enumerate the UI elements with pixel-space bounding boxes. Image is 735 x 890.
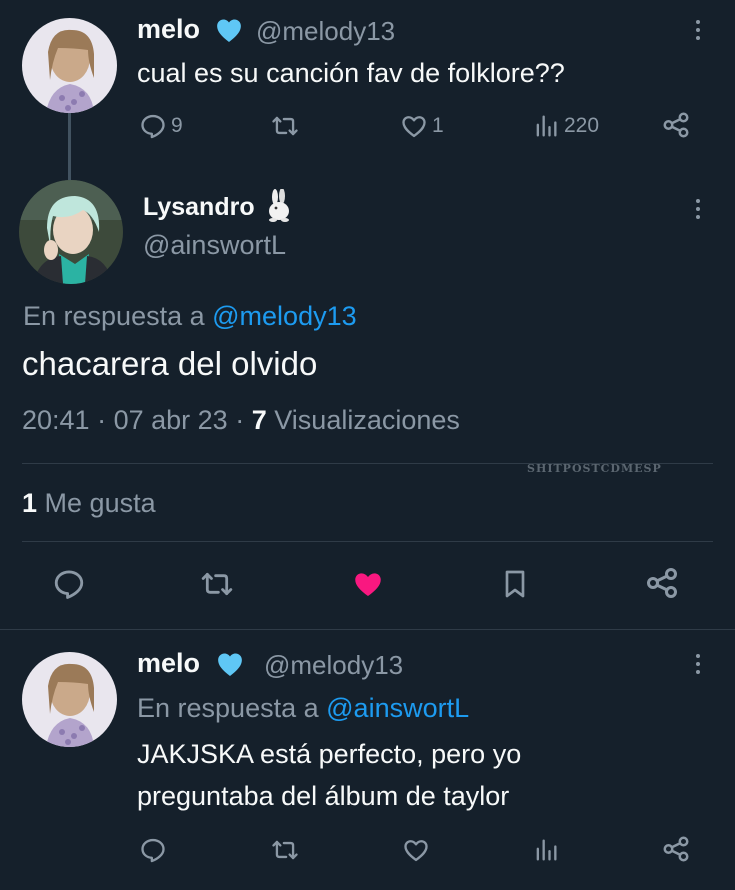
like-icon (402, 116, 426, 138)
display-name[interactable]: melo (137, 648, 200, 679)
tweet-text-line1: JAKJSKA está perfecto, pero yo (137, 739, 522, 769)
like-count: 1 (432, 114, 444, 137)
likes-count: 1 (22, 488, 38, 518)
separator-dot: · (97, 405, 107, 435)
share-button[interactable] (661, 110, 691, 140)
section-divider (0, 629, 735, 630)
tweet-date[interactable]: 07 abr 23 (114, 405, 228, 435)
share-icon (647, 568, 677, 598)
tweet-text: cual es su canción fav de folklore?? (137, 58, 565, 88)
retweet-icon (272, 116, 298, 136)
like-button[interactable] (402, 836, 430, 864)
like-icon-filled (355, 573, 381, 597)
tweet-text-line2: preguntaba del álbum de taylor (137, 781, 510, 811)
more-icon[interactable] (695, 654, 701, 678)
reply-button[interactable] (52, 567, 86, 601)
reply-button[interactable] (139, 836, 167, 864)
reply-prefix: En respuesta a (137, 693, 319, 723)
divider (22, 541, 713, 542)
views-icon (536, 115, 557, 137)
views-label: Visualizaciones (274, 405, 460, 435)
share-button[interactable] (661, 834, 691, 864)
thread-line (68, 113, 71, 185)
share-button[interactable] (644, 565, 680, 601)
share-icon (663, 112, 689, 138)
avatar-image (19, 180, 123, 284)
share-icon (663, 836, 689, 862)
avatar-image (22, 18, 117, 113)
tweet-text: chacarera del olvido (22, 345, 318, 382)
retweet-button[interactable] (270, 112, 304, 140)
separator-dot: · (235, 405, 245, 435)
reply-count: 9 (171, 114, 183, 137)
likes-label: Me gusta (44, 488, 156, 518)
tweet-meta: 20:41 · 07 abr 23 · 7 Visualizaciones (22, 405, 460, 436)
reply-context: En respuesta a @melody13 (23, 301, 357, 332)
like-icon (404, 840, 428, 862)
views-button[interactable] (532, 836, 560, 864)
more-icon[interactable] (695, 199, 701, 223)
avatar-melo[interactable] (22, 652, 117, 747)
reply-to-link[interactable]: @melody13 (212, 301, 356, 331)
views-button[interactable]: 220 (532, 112, 599, 140)
avatar-melo[interactable] (22, 18, 117, 113)
reply-prefix: En respuesta a (23, 301, 205, 331)
reply-context: En respuesta a @ainswortL (137, 693, 469, 724)
reply-to-link[interactable]: @ainswortL (326, 693, 469, 723)
avatar-image (22, 652, 117, 747)
tweet-time[interactable]: 20:41 (22, 405, 90, 435)
rabbit-emoji-icon (264, 188, 294, 228)
reply-button[interactable]: 9 (139, 112, 183, 140)
bookmark-button[interactable] (499, 567, 531, 601)
retweet-button[interactable] (270, 836, 300, 864)
reply-icon (141, 838, 165, 863)
retweet-icon (272, 840, 298, 860)
handle[interactable]: @melody13 (256, 16, 395, 47)
retweet-button[interactable] (199, 567, 235, 601)
more-icon[interactable] (695, 20, 701, 44)
like-button-active[interactable] (350, 567, 386, 601)
verified-badge-icon (214, 15, 244, 45)
handle[interactable]: @ainswortL (143, 230, 286, 261)
display-name[interactable]: Lysandro (143, 193, 255, 222)
handle[interactable]: @melody13 (264, 650, 403, 681)
views-count: 220 (564, 114, 600, 137)
views-icon (536, 839, 557, 861)
display-name[interactable]: melo (137, 14, 200, 45)
views-count: 7 (251, 405, 267, 435)
retweet-icon (201, 572, 233, 596)
reply-icon (141, 114, 165, 139)
avatar-lysandro[interactable] (19, 180, 123, 284)
verified-badge-icon (214, 649, 246, 679)
likes-summary[interactable]: 1 Me gusta (22, 488, 156, 519)
bookmark-icon (505, 570, 525, 598)
watermark: SHITPOSTCDMESP (527, 462, 662, 475)
like-button[interactable]: 1 (400, 112, 444, 140)
reply-icon (54, 570, 84, 599)
